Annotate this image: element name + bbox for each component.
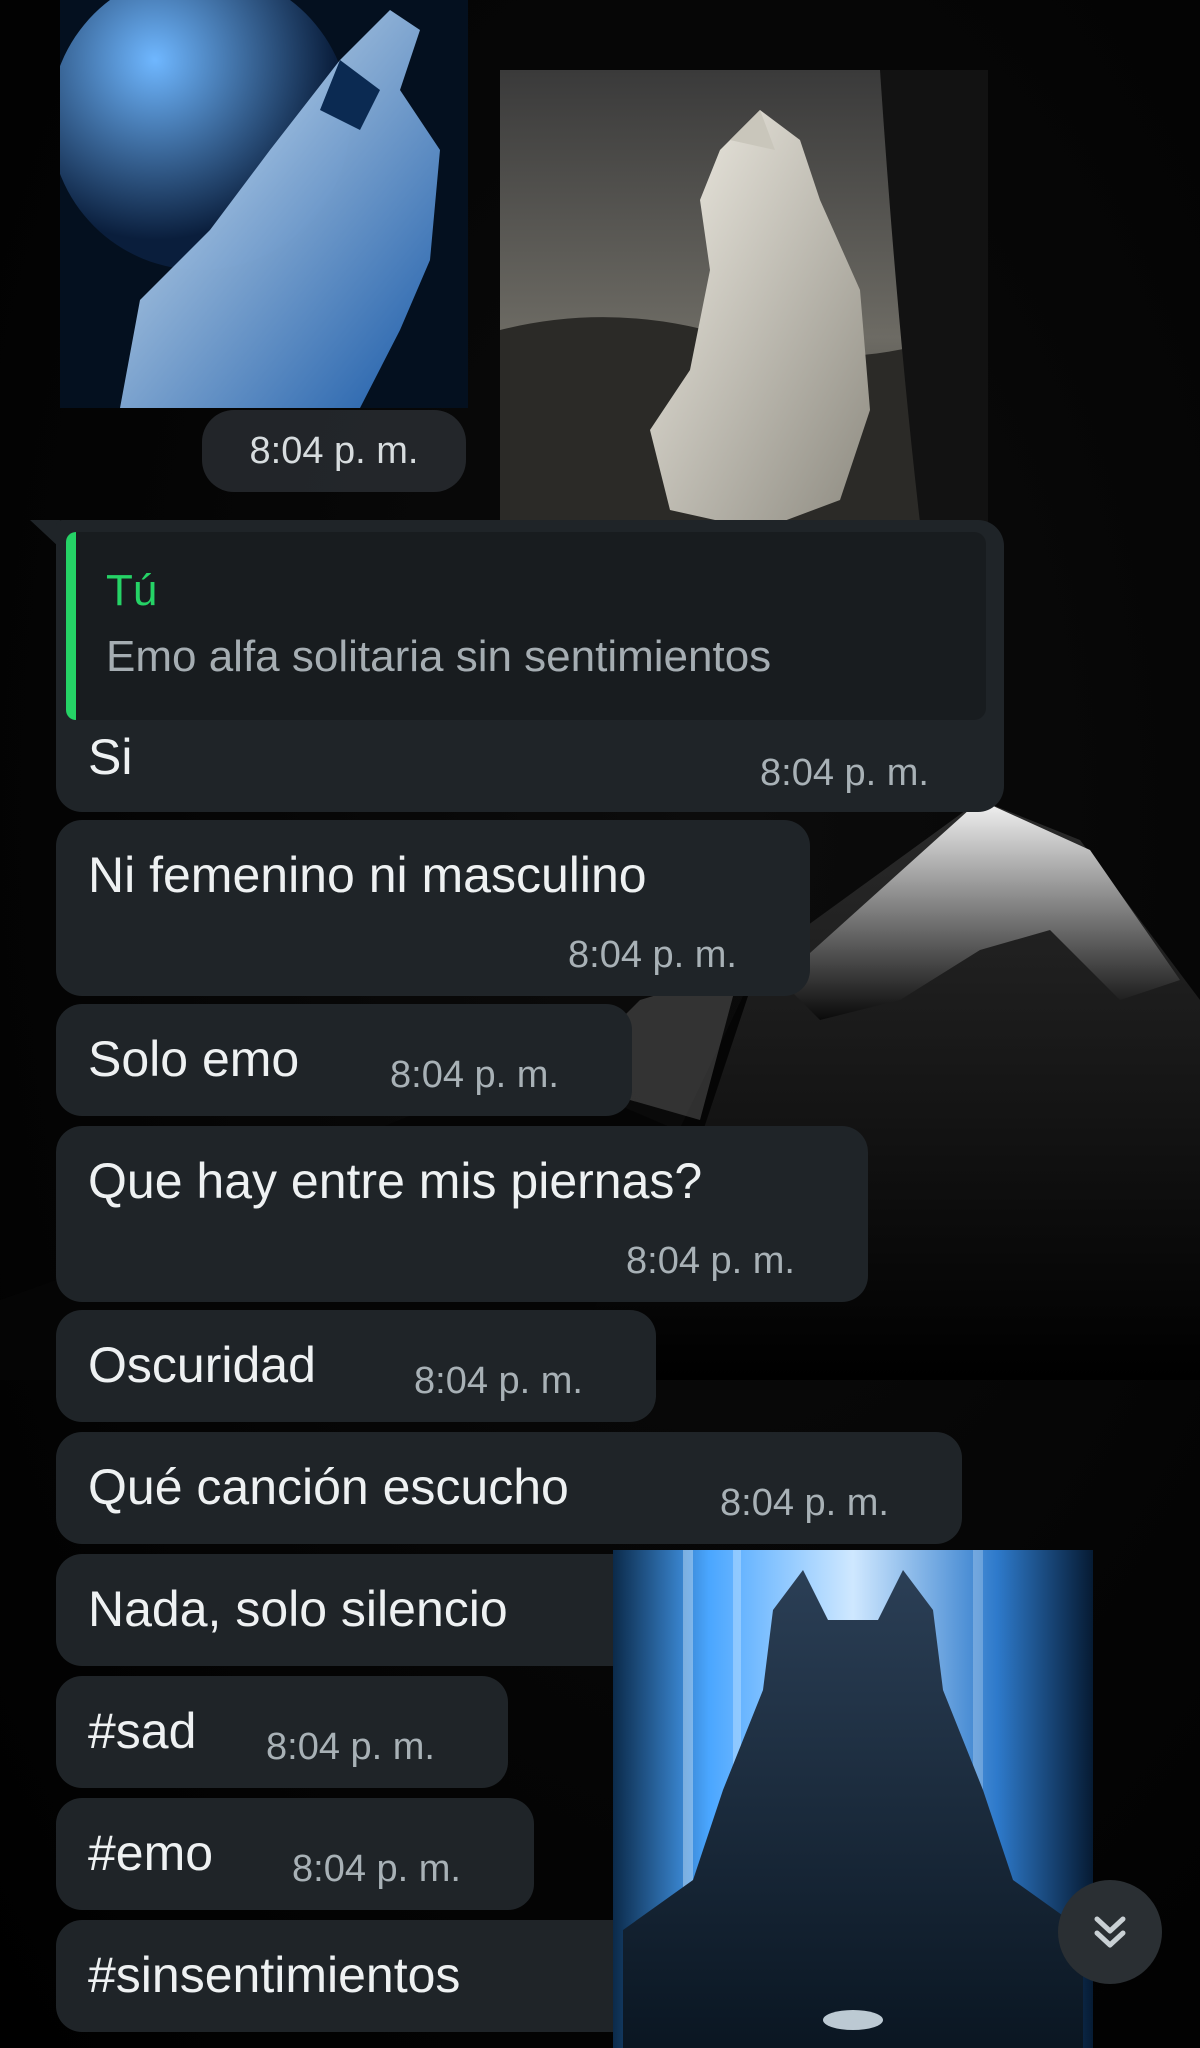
message-time: 8:04 p. m. <box>390 1054 559 1096</box>
message-bubble[interactable]: #sad 8:04 p. m. <box>56 1676 508 1788</box>
message-time: 8:04 p. m. <box>414 1360 583 1402</box>
quoted-author: Tú <box>106 566 158 615</box>
image-timestamp: 8:04 p. m. <box>202 410 466 492</box>
message-bubble[interactable]: Que hay entre mis piernas? 8:04 p. m. <box>56 1126 868 1302</box>
message-text: Que hay entre mis piernas? <box>88 1153 703 1209</box>
wolf-crying-image <box>613 1550 1093 2048</box>
message-bubble[interactable]: #sinsentimientos <box>56 1920 644 2032</box>
message-text: Solo emo <box>88 1031 300 1087</box>
message-bubble[interactable]: Qué canción escucho 8:04 p. m. <box>56 1432 962 1544</box>
message-text: Qué canción escucho <box>88 1459 569 1515</box>
message-bubble[interactable]: Ni femenino ni masculino 8:04 p. m. <box>56 820 810 996</box>
message-time: 8:04 p. m. <box>266 1726 435 1768</box>
message-time: 8:04 p. m. <box>760 752 929 794</box>
wolf-crying-sticker[interactable] <box>613 1550 1093 2048</box>
scroll-to-bottom-button[interactable] <box>1058 1880 1162 1984</box>
message-bubble[interactable]: Solo emo 8:04 p. m. <box>56 1004 632 1116</box>
wolf-howling-image <box>60 0 468 408</box>
message-text: Oscuridad <box>88 1337 316 1393</box>
message-time: 8:04 p. m. <box>292 1848 461 1890</box>
wolf-howling-sticker[interactable] <box>60 0 468 408</box>
chat-background: 8:04 p. m. Tú Emo alfa solitaria sin sen… <box>0 0 1200 2048</box>
reply-message-bubble[interactable]: Tú Emo alfa solitaria sin sentimientos S… <box>56 520 1004 812</box>
message-text: #sinsentimientos <box>88 1947 461 2003</box>
message-text: #emo <box>88 1825 214 1881</box>
message-time: 8:04 p. m. <box>568 934 737 976</box>
quote-accent-bar <box>66 532 76 720</box>
double-chevron-down-icon <box>1094 1916 1126 1948</box>
message-bubble[interactable]: Nada, solo silencio <box>56 1554 650 1666</box>
message-text: Nada, solo silencio <box>88 1581 508 1637</box>
message-bubble[interactable]: Oscuridad 8:04 p. m. <box>56 1310 656 1422</box>
quoted-text: Emo alfa solitaria sin sentimientos <box>106 632 772 681</box>
quoted-message[interactable]: Tú Emo alfa solitaria sin sentimientos <box>66 532 986 720</box>
message-text: Si <box>88 729 133 785</box>
message-text: #sad <box>88 1703 197 1759</box>
message-text: Ni femenino ni masculino <box>88 847 647 903</box>
message-time: 8:04 p. m. <box>626 1240 795 1282</box>
message-bubble[interactable]: #emo 8:04 p. m. <box>56 1798 534 1910</box>
message-time: 8:04 p. m. <box>720 1482 889 1524</box>
